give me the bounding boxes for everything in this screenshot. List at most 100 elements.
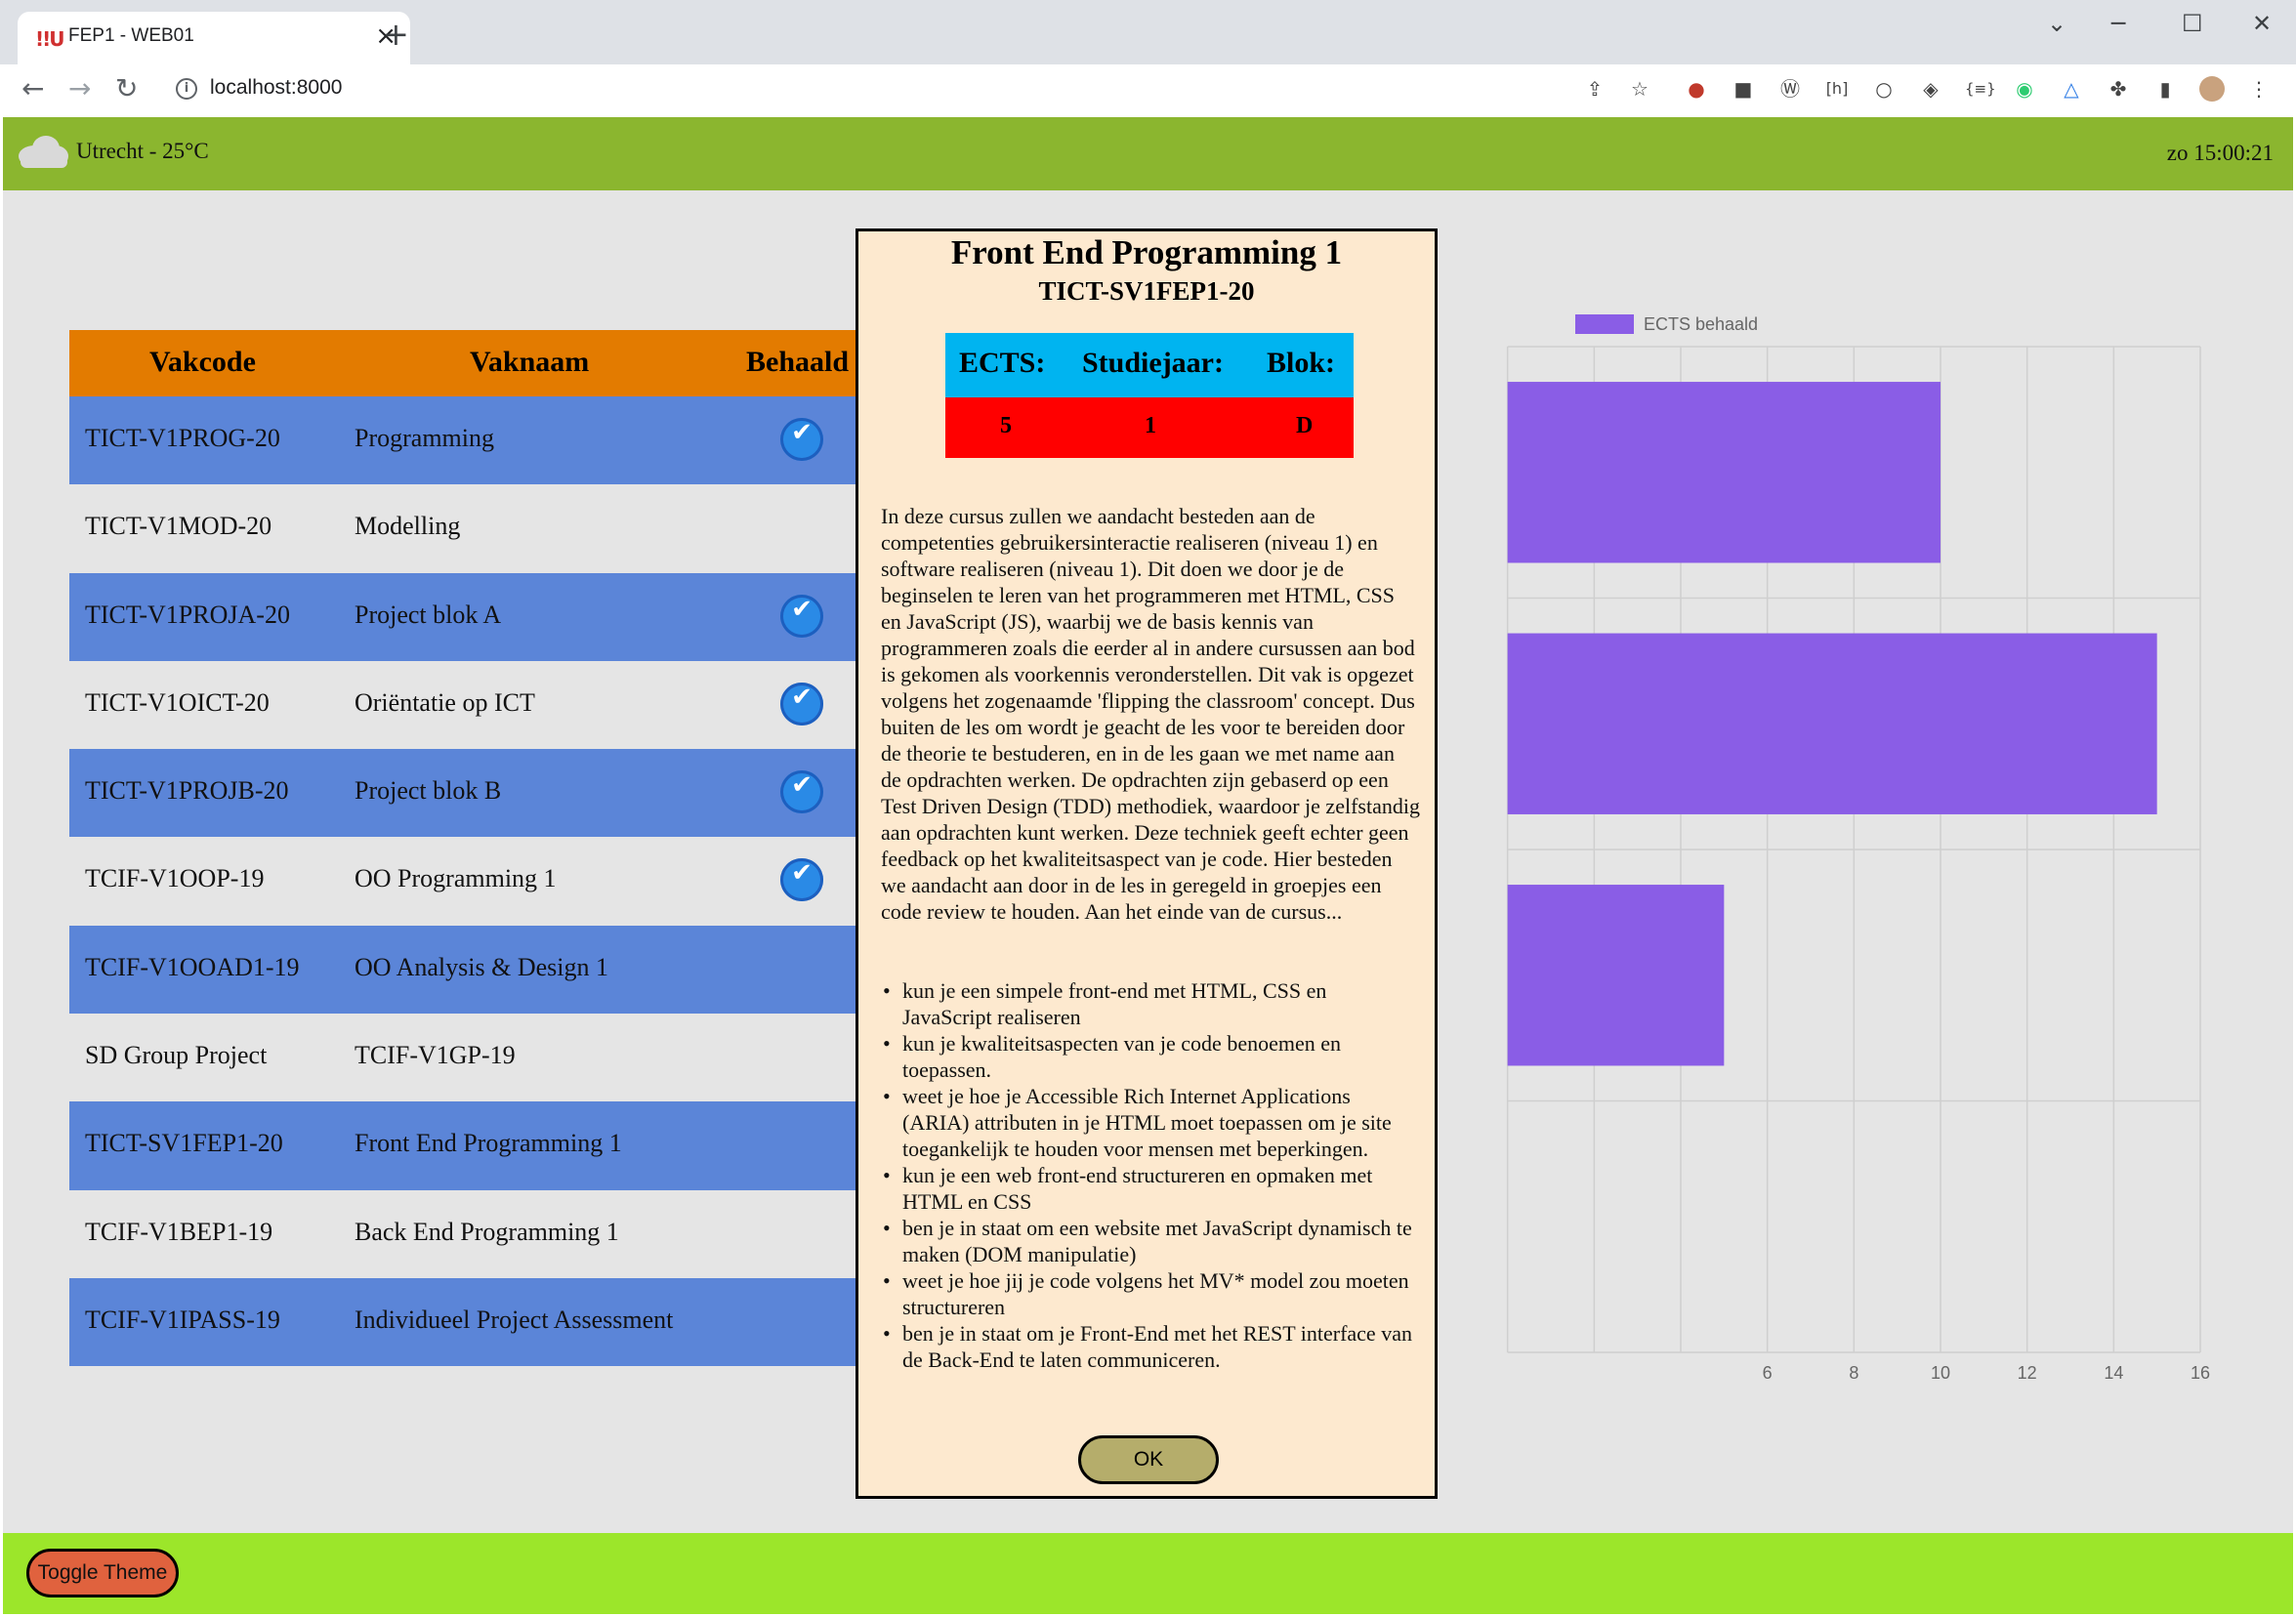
forward-icon[interactable]: → [68, 72, 91, 104]
clock-text: zo 15:00:21 [2166, 141, 2274, 165]
modal-course-code: TICT-SV1FEP1-20 [1038, 276, 1255, 306]
header-behaald: Behaald [746, 346, 850, 378]
chart-ticks: 6 8 10 12 14 16 [1763, 1363, 2210, 1383]
course-info-table: ECTS: Studiejaar: Blok: 5 1 D [945, 333, 1354, 458]
extension-icon[interactable]: ○ [1871, 76, 1897, 102]
table-row[interactable]: TCIF-V1OOP-19 OO Programming 1 ✔ [69, 837, 860, 925]
course-name: Oriëntatie op ICT [355, 687, 535, 717]
extension-icon[interactable]: {≡} [1965, 76, 1996, 102]
table-row[interactable]: TICT-SV1FEP1-20 Front End Programming 1 [69, 1101, 860, 1190]
legend-swatch [1575, 314, 1634, 334]
extension-icon[interactable]: ◈ [1918, 76, 1943, 102]
info-header-studiejaar: Studiejaar: [1082, 347, 1224, 379]
chart-bar [1507, 382, 1941, 563]
course-code: TCIF-V1BEP1-19 [85, 1217, 273, 1246]
learning-goal-item: weet je hoe jij je code volgens het MV* … [881, 1267, 1420, 1320]
site-header: Utrecht - 25°C zo 15:00:21 [3, 117, 2293, 190]
check-icon: ✔ [780, 594, 823, 638]
table-row[interactable]: TICT-V1PROJA-20 Project blok A ✔ [69, 572, 860, 661]
table-header: Vakcode Vaknaam Behaald [69, 330, 860, 396]
course-code: TCIF-V1OOAD1-19 [85, 952, 300, 981]
course-code: SD Group Project [85, 1041, 268, 1070]
course-detail-modal: Front End Programming 1 TICT-SV1FEP1-20 … [856, 228, 1438, 1499]
course-name: Project blok A [355, 600, 502, 629]
extension-icon[interactable]: ● [1684, 76, 1709, 102]
tab-title: FEP1 - WEB01 [68, 25, 194, 46]
address-bar[interactable]: localhost:8000 [210, 76, 342, 100]
extension-icon[interactable]: [h] [1824, 76, 1850, 102]
table-row[interactable]: TCIF-V1IPASS-19 Individueel Project Asses… [69, 1277, 860, 1367]
close-window-icon[interactable]: ✕ [2252, 10, 2272, 37]
ok-button[interactable]: OK [1078, 1435, 1219, 1484]
extension-icon[interactable]: △ [2059, 76, 2084, 102]
course-code: TCIF-V1OOP-19 [85, 864, 265, 893]
side-panel-icon[interactable]: ▮ [2152, 76, 2178, 102]
browser-tab[interactable]: !!U FEP1 - WEB01 × [18, 12, 410, 64]
share-icon[interactable]: ⇪ [1582, 76, 1607, 102]
course-code: TICT-V1PROJB-20 [85, 776, 289, 806]
table-row[interactable]: TICT-V1PROG-20 Programming ✔ [69, 396, 860, 485]
course-name: Front End Programming 1 [355, 1129, 622, 1158]
reload-icon[interactable]: ↻ [115, 72, 138, 104]
course-code: TICT-SV1FEP1-20 [85, 1129, 283, 1158]
table-row[interactable]: TICT-V1MOD-20 Modelling [69, 484, 860, 572]
x-tick-label: 6 [1763, 1363, 1773, 1383]
tab-search-icon[interactable]: ⌄ [2047, 10, 2066, 37]
check-icon: ✔ [780, 858, 823, 902]
course-name: TCIF-V1GP-19 [355, 1041, 516, 1070]
table-body: TICT-V1PROG-20 Programming ✔ TICT-V1MOD-20 M… [69, 396, 860, 1367]
table-row[interactable]: TCIF-V1BEP1-19 Back End Programming 1 [69, 1190, 860, 1278]
check-glyph: ✔ [791, 858, 813, 889]
course-name: Back End Programming 1 [355, 1217, 619, 1246]
course-code: TICT-V1PROG-20 [85, 424, 280, 452]
info-table-values: 5 1 D [945, 397, 1354, 458]
table-row[interactable]: SD Group Project TCIF-V1GP-19 [69, 1014, 860, 1101]
info-table-header: ECTS: Studiejaar: Blok: [945, 333, 1354, 397]
back-icon[interactable]: ← [21, 72, 44, 104]
site-footer: Toggle Theme [3, 1533, 2293, 1614]
menu-icon[interactable]: ⋮ [2246, 76, 2272, 102]
check-glyph: ✔ [791, 418, 813, 447]
info-header-blok: Blok: [1267, 347, 1336, 379]
header-vakcode: Vakcode [149, 346, 256, 378]
check-glyph: ✔ [791, 770, 813, 801]
legend-label: ECTS behaald [1644, 314, 1758, 334]
x-tick-label: 8 [1849, 1363, 1858, 1383]
check-icon: ✔ [780, 770, 823, 814]
minimize-icon[interactable]: ─ [2111, 10, 2125, 37]
x-tick-label: 12 [2018, 1363, 2037, 1383]
x-tick-label: 16 [2191, 1363, 2210, 1383]
course-name: Programming [355, 424, 494, 452]
check-icon: ✔ [780, 682, 823, 726]
profile-avatar[interactable] [2199, 76, 2225, 102]
info-value-ects: 5 [1000, 413, 1012, 438]
extension-icon[interactable]: ■ [1731, 76, 1756, 102]
toggle-theme-button[interactable]: Toggle Theme [26, 1549, 179, 1597]
header-vaknaam: Vaknaam [470, 346, 590, 378]
modal-title: Front End Programming 1 [950, 233, 1343, 271]
chart-bars [1507, 382, 2157, 1066]
table-row[interactable]: TICT-V1PROJB-20 Project blok B ✔ [69, 749, 860, 838]
cloud-icon [19, 136, 68, 168]
check-icon: ✔ [780, 418, 823, 461]
course-code: TICT-V1PROJA-20 [85, 600, 290, 629]
course-table: Vakcode Vaknaam Behaald TICT-V1PROG-20 Pr… [69, 330, 860, 1367]
course-name: OO Programming 1 [355, 864, 557, 893]
bookmark-star-icon[interactable]: ☆ [1627, 76, 1652, 102]
course-name: Project blok B [355, 776, 502, 806]
course-name: Modelling [355, 512, 461, 541]
maximize-icon[interactable]: ☐ [2182, 10, 2203, 37]
weather-text: Utrecht - 25°C [76, 139, 209, 163]
new-tab-icon[interactable]: + [383, 16, 409, 53]
browser-toolbar: ← → ↻ i localhost:8000 ⇪ ☆ ● ■ Ⓦ [h] ○ ◈… [0, 64, 2296, 117]
extension-icon[interactable]: Ⓦ [1777, 76, 1803, 102]
course-name: OO Analysis & Design 1 [355, 952, 608, 981]
table-row[interactable]: TICT-V1OICT-20 Oriëntatie op ICT ✔ [69, 661, 860, 749]
table-row[interactable]: TCIF-V1OOAD1-19 OO Analysis & Design 1 [69, 925, 860, 1015]
site-info-icon[interactable]: i [176, 78, 197, 100]
extensions-puzzle-icon[interactable]: ✤ [2106, 76, 2131, 102]
learning-goal-item: weet je hoe je Accessible Rich Internet … [881, 1083, 1420, 1162]
course-name: Individueel Project Assessment [355, 1305, 674, 1334]
extension-icon[interactable]: ◉ [2012, 76, 2037, 102]
x-tick-label: 14 [2104, 1363, 2123, 1383]
